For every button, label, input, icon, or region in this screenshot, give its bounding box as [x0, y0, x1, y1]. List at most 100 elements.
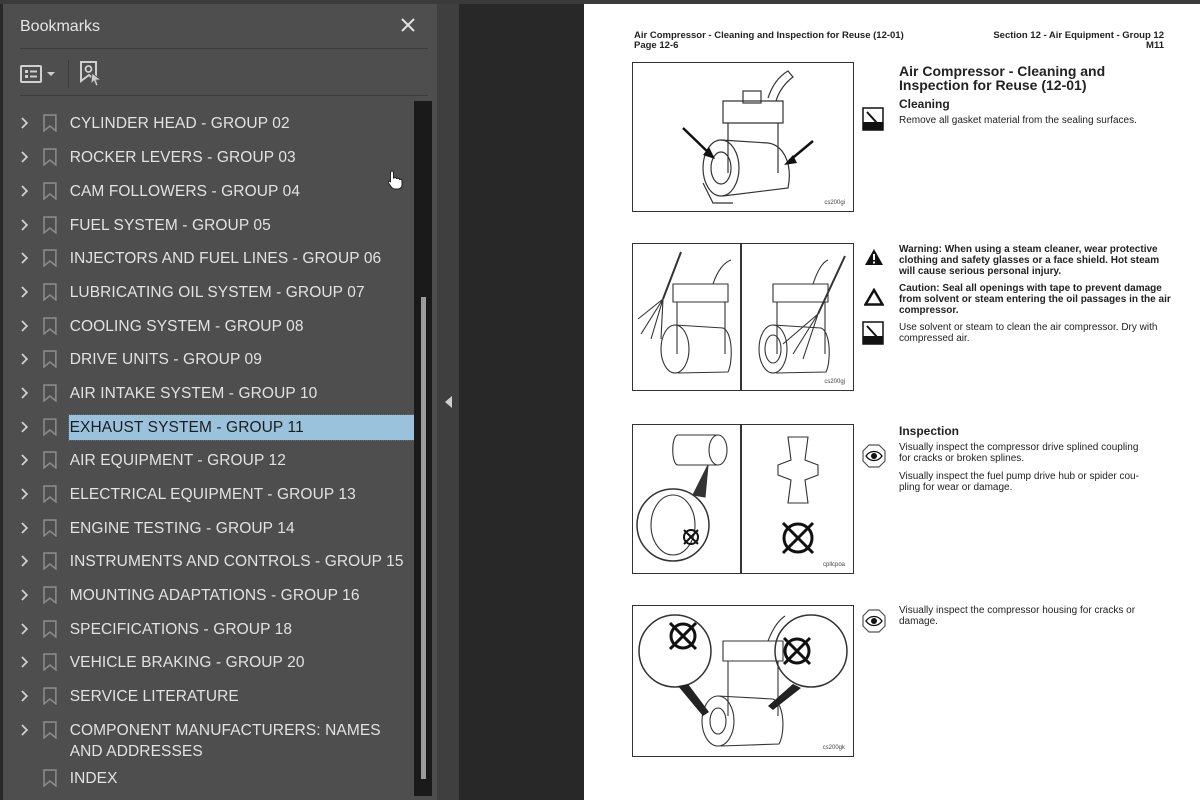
chevron-right-icon[interactable] — [17, 115, 33, 131]
figure-divider — [740, 425, 742, 573]
bookmark-label[interactable]: CAM FOLLOWERS - GROUP 04 — [69, 179, 415, 204]
bookmark-icon — [43, 721, 57, 739]
bookmark-label[interactable]: SPECIFICATIONS - GROUP 18 — [69, 617, 415, 642]
bookmark-label[interactable]: AIR INTAKE SYSTEM - GROUP 10 — [69, 381, 415, 406]
bookmark-item[interactable]: COOLING SYSTEM - GROUP 08 — [3, 314, 415, 339]
chevron-right-icon[interactable] — [17, 318, 33, 334]
text-line: for cracks or broken splines. — [899, 453, 1025, 464]
chevron-right-icon[interactable] — [17, 419, 33, 435]
bookmark-label[interactable]: AIR EQUIPMENT - GROUP 12 — [69, 448, 415, 473]
chevron-right-icon[interactable] — [17, 520, 33, 536]
chevron-right-icon[interactable] — [17, 217, 33, 233]
text-line: Visually inspect the compressor drive sp… — [899, 442, 1139, 453]
close-panel-button[interactable] — [397, 14, 419, 36]
bookmark-label[interactable]: EXHAUST SYSTEM - GROUP 11 — [67, 414, 415, 441]
chevron-right-icon[interactable] — [17, 250, 33, 266]
bookmark-label[interactable]: COMPONENT MANUFACTURERS: NAMES AND ADDRE… — [69, 718, 415, 764]
chevron-right-icon[interactable] — [17, 351, 33, 367]
chevron-right-icon[interactable] — [17, 284, 33, 300]
bookmark-item[interactable]: LUBRICATING OIL SYSTEM - GROUP 07 — [3, 280, 415, 305]
bookmark-item[interactable]: AIR INTAKE SYSTEM - GROUP 10 — [3, 381, 415, 406]
text-line: compressed air. — [899, 333, 970, 344]
figure-steam-cleaning: cs200gj — [632, 243, 854, 391]
bookmark-item[interactable]: DRIVE UNITS - GROUP 09 — [3, 347, 415, 372]
bookmark-label[interactable]: INDEX — [69, 766, 415, 791]
bookmark-icon — [43, 586, 57, 604]
bookmark-icon — [43, 283, 57, 301]
bookmark-label[interactable]: INSTRUMENTS AND CONTROLS - GROUP 15 — [69, 549, 415, 574]
cleaning-instruction: Use solvent or steam to clean the air co… — [899, 322, 1157, 344]
bookmark-list: CYLINDER HEAD - GROUP 02 ROCKER LEVERS -… — [3, 101, 415, 800]
bookmark-label[interactable]: DRIVE UNITS - GROUP 09 — [69, 347, 415, 372]
chevron-right-icon[interactable] — [17, 587, 33, 603]
header-model: M11 — [1146, 40, 1164, 51]
chevron-right-icon[interactable] — [17, 452, 33, 468]
bookmark-item[interactable]: AIR EQUIPMENT - GROUP 12 — [3, 448, 415, 473]
bookmark-label[interactable]: ELECTRICAL EQUIPMENT - GROUP 13 — [69, 482, 415, 507]
bookmark-item[interactable]: ENGINE TESTING - GROUP 14 — [3, 516, 415, 541]
inspection-step: Visually inspect the compressor housing … — [899, 605, 1135, 627]
bookmark-label[interactable]: COOLING SYSTEM - GROUP 08 — [69, 314, 415, 339]
bookmark-item[interactable]: FUEL SYSTEM - GROUP 05 — [3, 213, 415, 238]
bookmark-item[interactable]: ROCKER LEVERS - GROUP 03 — [3, 145, 415, 170]
toolbar-separator — [68, 60, 69, 88]
warning-icon — [865, 249, 883, 265]
bookmark-item[interactable]: INDEX — [3, 766, 415, 791]
page-header-left: Air Compressor - Cleaning and Inspection… — [634, 31, 904, 51]
options-menu-button[interactable] — [20, 65, 56, 83]
bookmark-item[interactable]: ELECTRICAL EQUIPMENT - GROUP 13 — [3, 482, 415, 507]
find-current-bookmark-icon — [80, 61, 103, 87]
bookmark-icon — [43, 485, 57, 503]
text-line: Caution: Seal all openings with tape to … — [899, 283, 1162, 294]
figure-caption: cpllcpoa — [822, 562, 845, 568]
bookmark-item[interactable]: SPECIFICATIONS - GROUP 18 — [3, 617, 415, 642]
scrollbar-thumb[interactable] — [421, 297, 426, 779]
bookmark-item[interactable]: INSTRUMENTS AND CONTROLS - GROUP 15 — [3, 549, 415, 574]
bookmark-item[interactable]: CYLINDER HEAD - GROUP 02 — [3, 111, 415, 136]
bookmark-item[interactable]: VEHICLE BRAKING - GROUP 20 — [3, 650, 415, 675]
chevron-right-icon[interactable] — [17, 688, 33, 704]
not-ok-symbol — [668, 621, 812, 666]
chevron-right-icon[interactable] — [17, 722, 33, 738]
find-current-bookmark-button[interactable] — [79, 61, 103, 87]
bookmark-label[interactable]: ENGINE TESTING - GROUP 14 — [69, 516, 415, 541]
bookmark-item[interactable]: COMPONENT MANUFACTURERS: NAMES AND ADDRE… — [3, 718, 415, 764]
bookmark-label[interactable]: MOUNTING ADAPTATIONS - GROUP 16 — [69, 583, 415, 608]
inspect-eye-icon — [862, 609, 886, 633]
bookmark-item-selected[interactable]: EXHAUST SYSTEM - GROUP 11 — [3, 414, 415, 441]
header-page-number: Page 12-6 — [634, 40, 679, 51]
bookmark-icon — [43, 317, 57, 335]
cleaning-tool-icon — [862, 321, 884, 345]
bookmark-item[interactable]: INJECTORS AND FUEL LINES - GROUP 06 — [3, 246, 415, 271]
text-line: Warning: When using a steam cleaner, wea… — [899, 244, 1158, 255]
chevron-right-icon[interactable] — [17, 486, 33, 502]
text-line: pling for wear or damage. — [899, 482, 1013, 493]
chevron-right-icon[interactable] — [17, 183, 33, 199]
bookmark-icon — [43, 114, 57, 132]
chevron-right-icon[interactable] — [17, 553, 33, 569]
chevron-right-icon[interactable] — [17, 149, 33, 165]
bookmark-item[interactable]: MOUNTING ADAPTATIONS - GROUP 16 — [3, 583, 415, 608]
bookmark-label[interactable]: LUBRICATING OIL SYSTEM - GROUP 07 — [69, 280, 415, 305]
title-line: Air Compressor - Cleaning and — [899, 63, 1106, 79]
text-line: damage. — [899, 616, 938, 627]
bookmark-label[interactable]: VEHICLE BRAKING - GROUP 20 — [69, 650, 415, 675]
bookmark-label[interactable]: ROCKER LEVERS - GROUP 03 — [69, 145, 415, 170]
chevron-right-icon[interactable] — [17, 621, 33, 637]
text-line: compressor. — [899, 305, 959, 316]
bookmark-label[interactable]: INJECTORS AND FUEL LINES - GROUP 06 — [69, 246, 415, 271]
collapse-panel-arrow-icon[interactable] — [445, 396, 452, 408]
header-section: Section 12 - Air Equipment - Group 12 — [993, 30, 1164, 41]
chevron-right-icon[interactable] — [17, 654, 33, 670]
bookmark-label[interactable]: SERVICE LITERATURE — [69, 684, 415, 709]
bookmark-label[interactable]: CYLINDER HEAD - GROUP 02 — [69, 111, 415, 136]
caution-icon — [864, 288, 884, 306]
chevron-right-icon[interactable] — [17, 385, 33, 401]
bookmark-label[interactable]: FUEL SYSTEM - GROUP 05 — [69, 213, 415, 238]
compressor-illustration — [682, 70, 814, 204]
figure-caption: cs200gk — [822, 745, 845, 751]
chevron-down-icon — [47, 72, 55, 76]
bookmark-icon — [43, 249, 57, 267]
bookmark-item[interactable]: CAM FOLLOWERS - GROUP 04 — [3, 179, 415, 204]
bookmark-item[interactable]: SERVICE LITERATURE — [3, 684, 415, 709]
